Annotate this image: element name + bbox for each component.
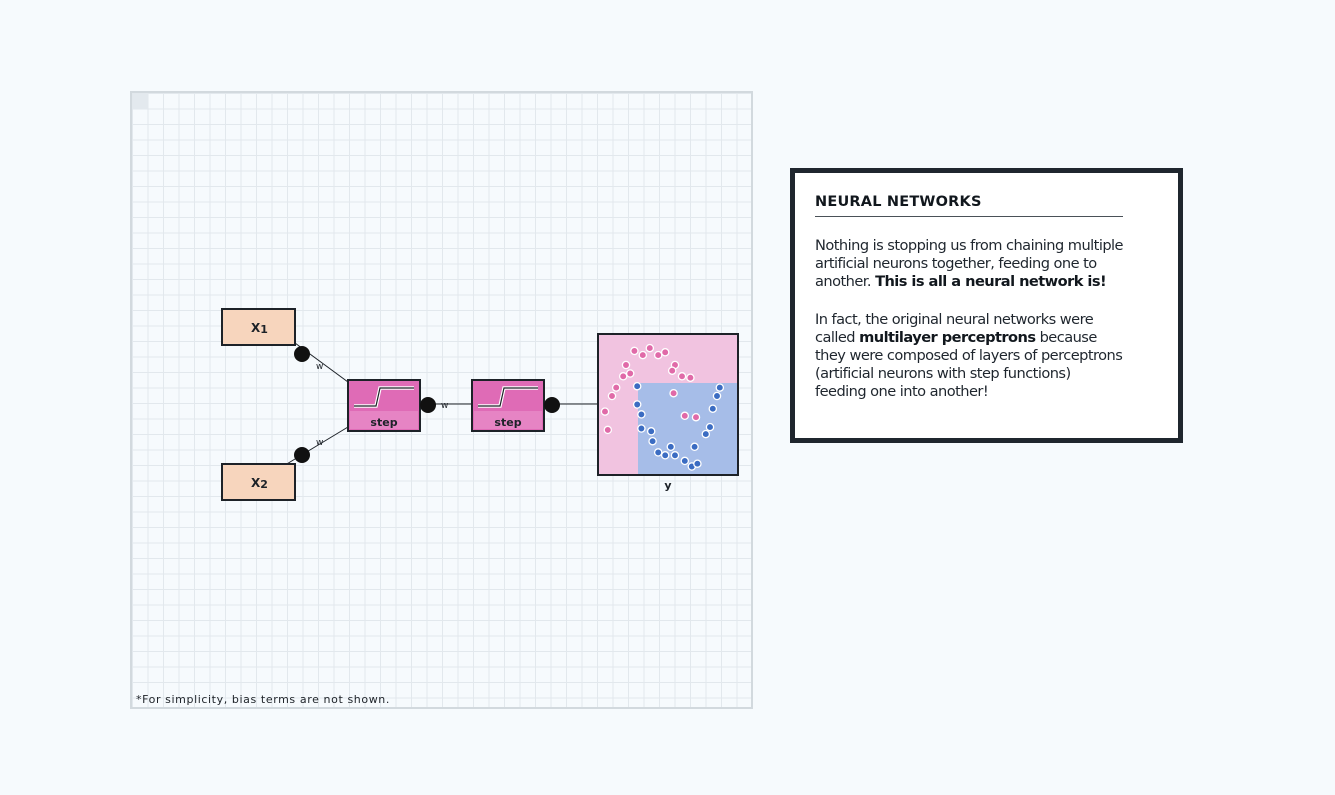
card-title: NEURAL NETWORKS xyxy=(815,194,1123,217)
step-neuron-2[interactable]: step xyxy=(471,379,545,432)
pink-data-point xyxy=(638,350,648,360)
output-decision-plot[interactable]: y xyxy=(597,333,739,492)
pink-data-point xyxy=(607,391,617,401)
pink-data-point xyxy=(660,348,670,357)
blue-data-point xyxy=(637,410,646,419)
card-paragraph-2: In fact, the original neural networks we… xyxy=(815,311,1125,401)
weight-label-hidden: w xyxy=(441,401,448,411)
blue-data-point xyxy=(632,400,642,409)
neuron-2-label: step xyxy=(494,416,521,429)
blue-data-point xyxy=(715,383,725,392)
pink-data-point xyxy=(645,343,655,353)
input-node-x2[interactable]: X2 xyxy=(221,463,296,501)
blue-data-point xyxy=(660,451,670,460)
output-label: y xyxy=(664,479,671,492)
blue-data-point xyxy=(690,442,699,452)
info-card: NEURAL NETWORKS Nothing is stopping us f… xyxy=(790,168,1183,443)
blue-data-point xyxy=(666,442,676,452)
pink-data-point xyxy=(618,372,628,381)
pink-data-point xyxy=(686,373,695,382)
pink-data-point xyxy=(677,372,687,381)
pink-data-point xyxy=(691,412,701,422)
pink-data-point xyxy=(630,346,639,356)
svg-text:X1: X1 xyxy=(251,321,268,336)
bias-footnote: *For simplicity, bias terms are not show… xyxy=(136,693,390,706)
blue-data-point xyxy=(708,404,718,413)
blue-data-point xyxy=(701,429,711,439)
svg-text:X2: X2 xyxy=(251,476,268,491)
connector-dot-neuron1[interactable] xyxy=(420,397,436,413)
pink-data-point xyxy=(669,388,678,398)
blue-data-point xyxy=(680,456,690,466)
blue-data-point xyxy=(653,448,663,457)
pink-data-point xyxy=(611,383,621,392)
pink-data-point xyxy=(680,411,690,421)
weight-label-x1: w xyxy=(316,362,323,372)
blue-data-point xyxy=(705,422,715,432)
blue-data-point xyxy=(693,459,702,468)
pink-data-point xyxy=(667,366,677,375)
weight-label-x2: w xyxy=(316,438,323,448)
step-neuron-1[interactable]: step xyxy=(347,379,421,432)
blue-data-point xyxy=(670,451,680,460)
connector-dot-x2[interactable] xyxy=(294,447,310,463)
pink-data-point xyxy=(621,360,631,370)
diagram-canvas: w w w X1 X2 step step y *For simplicity,… xyxy=(130,91,753,709)
card-paragraph-1: Nothing is stopping us from chaining mul… xyxy=(815,237,1125,291)
pink-data-point xyxy=(653,350,663,360)
input-x2-subscript: 2 xyxy=(260,478,268,491)
pink-data-point xyxy=(600,407,610,416)
card-para2-bold: multilayer perceptrons xyxy=(859,329,1036,346)
blue-data-point xyxy=(632,381,642,391)
neural-network-diagram: w w w X1 X2 step step y xyxy=(221,308,739,501)
blue-data-point xyxy=(648,436,657,446)
input-x1-subscript: 1 xyxy=(260,323,268,336)
connector-dot-x1[interactable] xyxy=(294,346,310,362)
neuron-1-label: step xyxy=(370,416,397,429)
card-para1-bold: This is all a neural network is! xyxy=(875,273,1107,290)
blue-data-point xyxy=(712,391,722,401)
connector-dot-neuron2[interactable] xyxy=(544,397,560,413)
input-node-x1[interactable]: X1 xyxy=(221,308,296,346)
pink-data-point xyxy=(625,369,635,378)
blue-data-point xyxy=(637,424,646,433)
blue-data-point xyxy=(646,427,656,436)
pink-data-point xyxy=(603,425,613,435)
